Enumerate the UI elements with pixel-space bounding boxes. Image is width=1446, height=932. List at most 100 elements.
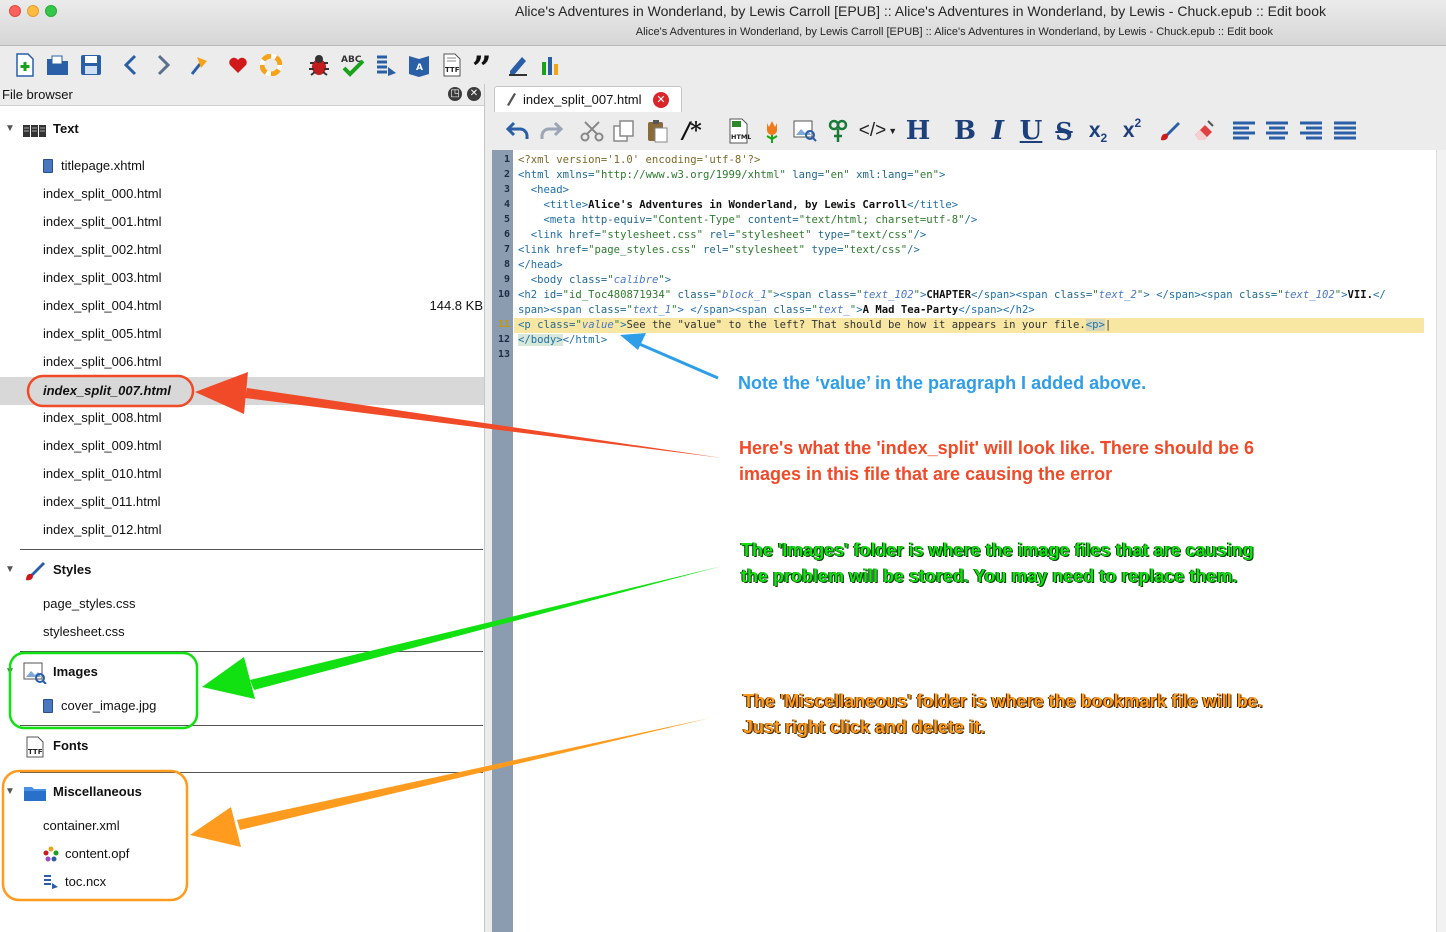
file-item[interactable]: index_split_012.html [0,518,484,544]
file-item[interactable]: index_split_006.html [0,350,484,376]
cut-icon[interactable] [578,117,606,145]
comment-icon[interactable]: /* [678,117,706,145]
window-close-button[interactable] [9,5,21,17]
code-line: </head> [518,259,563,271]
underline-icon[interactable]: U [1016,116,1046,146]
file-item[interactable]: toc.ncx [0,870,484,896]
spell-check-icon[interactable]: ABC [340,52,366,78]
bold-icon[interactable]: B [951,116,979,146]
file-item[interactable]: index_split_010.html [0,462,484,488]
file-name: container.xml [43,818,120,833]
file-name: stylesheet.css [43,624,125,639]
styles-brush-icon [23,560,47,582]
folder-images[interactable]: ▼ Images [0,660,484,686]
subscript-icon[interactable]: x2 [1082,117,1114,145]
file-item[interactable]: content.opf [0,842,484,868]
editor-toolbar: /* HTML </> ▼ H B I U S x2 x2 [492,112,1446,150]
italic-icon[interactable]: I [984,116,1012,146]
fonts-folder-icon: TTF [23,736,47,758]
folder-styles-label: Styles [53,562,92,577]
file-item[interactable]: index_split_002.html [0,238,484,264]
file-item[interactable]: index_split_001.html [0,210,484,236]
file-item[interactable]: stylesheet.css [0,620,484,646]
line-number: 2 [503,169,510,180]
donate-heart-icon[interactable] [225,52,251,78]
vertical-scrollbar[interactable] [1436,150,1446,932]
insert-html-icon[interactable]: HTML [725,117,753,145]
file-item[interactable]: index_split_003.html [0,266,484,292]
window-maximize-button[interactable] [45,5,57,17]
insert-image-search-icon[interactable] [791,117,819,145]
expand-arrow-icon[interactable]: ▼ [5,123,15,134]
insert-link-icon[interactable] [824,117,852,145]
svg-text:A: A [416,63,423,73]
editor-tab[interactable]: index_split_007.html ✕ [494,86,682,112]
toc-book-icon[interactable]: A [406,52,432,78]
strikethrough-icon[interactable]: S [1050,117,1078,146]
file-name: index_split_006.html [43,354,162,369]
float-panel-icon[interactable]: ◳ [448,87,462,101]
line-number-gutter: 1 2 3 4 5 6 7 8 9 10 11 12 13 [492,150,513,932]
folder-fonts[interactable]: TTF Fonts [0,734,484,760]
copy-icon[interactable] [610,117,638,145]
align-right-icon[interactable] [1297,117,1325,145]
folder-styles[interactable]: ▼ Styles [0,558,484,584]
window-minimize-button[interactable] [27,5,39,17]
code-line-current: <p class="value">See the "value" to the … [514,318,1424,333]
file-item[interactable]: index_split_009.html [0,434,484,460]
open-book-icon[interactable] [45,52,71,78]
undo-icon[interactable] [504,117,532,145]
file-name: index_split_005.html [43,326,162,341]
expand-arrow-icon[interactable]: ▼ [5,786,15,797]
save-icon[interactable] [78,52,104,78]
new-file-icon[interactable] [12,52,38,78]
superscript-icon[interactable]: x2 [1116,116,1148,145]
file-name: index_split_011.html [43,494,161,509]
line-number: 1 [503,154,510,165]
checkpoint-icon[interactable] [186,52,212,78]
smart-quotes-icon[interactable]: ” [472,52,498,78]
tab-close-icon[interactable]: ✕ [653,92,669,108]
code-editor[interactable]: 1 2 3 4 5 6 7 8 9 10 11 12 13 <?xml vers… [492,150,1436,932]
code-line: <meta http-equiv="Content-Type" content=… [543,214,978,226]
file-item-titlepage[interactable]: titlepage.xhtml [0,154,484,180]
file-item-selected[interactable]: index_split_007.html [0,377,484,405]
expand-arrow-icon[interactable]: ▼ [5,564,15,575]
file-item[interactable]: index_split_000.html [0,182,484,208]
file-item[interactable]: index_split_008.html [0,406,484,432]
insert-tag-dropdown-icon[interactable]: </> ▼ [858,117,898,145]
paste-icon[interactable] [643,117,671,145]
panel-splitter[interactable] [484,84,492,932]
align-center-icon[interactable] [1263,117,1291,145]
file-item[interactable]: index_split_004.html 144.8 KB [0,294,484,320]
insert-image-tulip-icon[interactable] [758,117,786,145]
heading-icon[interactable]: H [902,116,934,146]
file-item[interactable]: index_split_005.html [0,322,484,348]
align-left-icon[interactable] [1230,117,1258,145]
text-color-brush-icon[interactable] [1156,117,1184,145]
folder-text[interactable]: ▼ Text [0,117,484,143]
stats-icon[interactable] [538,52,564,78]
close-panel-icon[interactable]: ✕ [467,87,481,101]
redo-icon[interactable] [537,117,565,145]
file-item[interactable]: container.xml [0,814,484,840]
check-book-bug-icon[interactable] [306,52,332,78]
insert-tag-icon[interactable] [505,52,531,78]
back-icon[interactable] [118,52,144,78]
folder-miscellaneous[interactable]: ▼ Miscellaneous [0,780,484,806]
file-item-cover[interactable]: cover_image.jpg [0,694,484,720]
images-folder-icon [23,662,47,685]
line-number-current: 11 [497,319,510,330]
fonts-ttf-icon[interactable]: TTF [439,52,465,78]
reports-icon[interactable] [373,52,399,78]
forward-icon[interactable] [150,52,176,78]
svg-text:TTF: TTF [445,66,460,74]
code-line: <h2 id="id_Toc480871934" class="block_1"… [518,289,1386,301]
file-name: index_split_004.html [43,298,162,313]
expand-arrow-icon[interactable]: ▼ [5,666,15,677]
file-item[interactable]: index_split_011.html [0,490,484,516]
help-lifebuoy-icon[interactable] [258,52,284,78]
clear-format-eraser-icon[interactable] [1190,117,1218,145]
file-item[interactable]: page_styles.css [0,592,484,618]
align-justify-icon[interactable] [1331,117,1359,145]
